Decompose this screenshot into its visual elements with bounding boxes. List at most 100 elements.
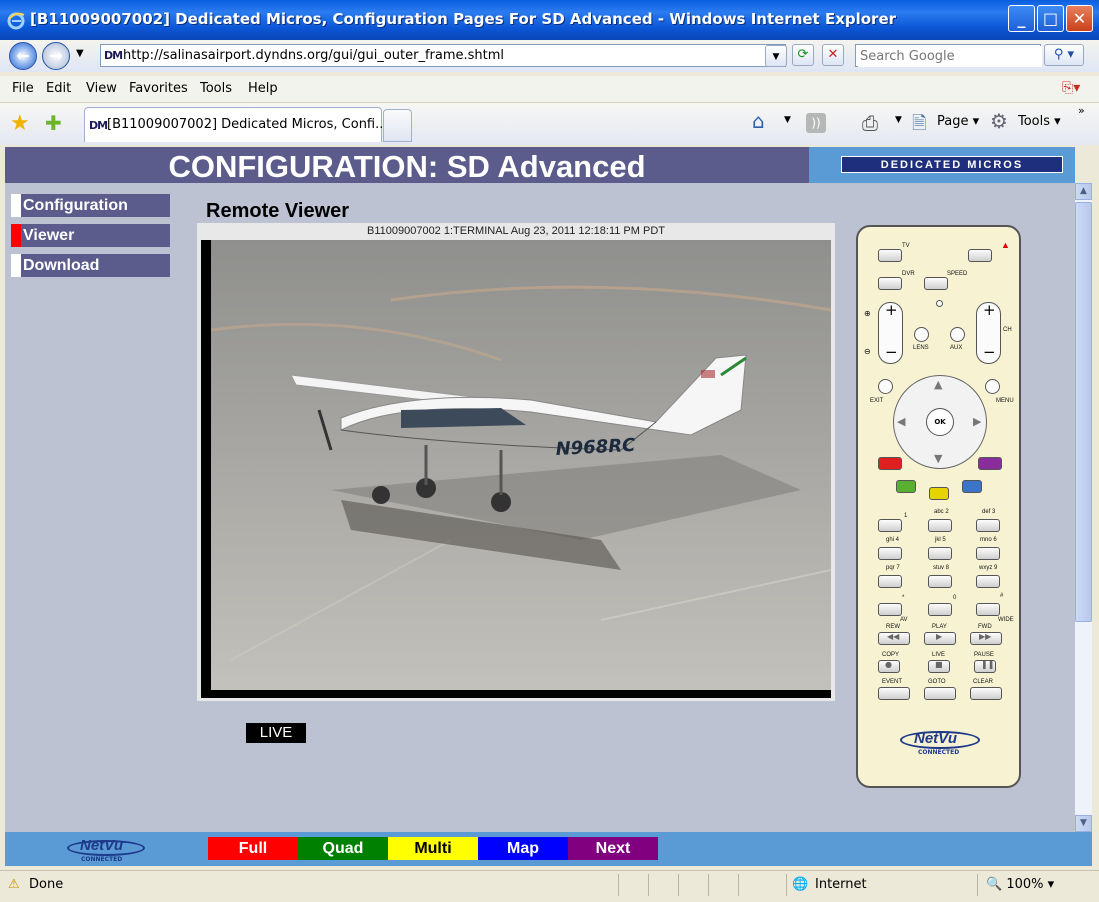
- search-box[interactable]: [855, 44, 1042, 67]
- menu-key[interactable]: [985, 379, 1000, 394]
- ok-key[interactable]: OK: [926, 408, 954, 436]
- key-5[interactable]: [928, 547, 952, 560]
- key-3-label: def 3: [982, 509, 996, 515]
- print-dropdown-icon[interactable]: ▼: [895, 115, 902, 125]
- config-header: CONFIGURATION: SD Advanced: [5, 147, 809, 184]
- full-button[interactable]: Full: [208, 837, 298, 860]
- key-1[interactable]: [878, 519, 902, 532]
- nav-item-viewer[interactable]: Viewer: [11, 224, 170, 247]
- search-input[interactable]: [858, 46, 1042, 67]
- key-4[interactable]: [878, 547, 902, 560]
- url-field[interactable]: DM http://salinasairport.dyndns.org/gui/…: [100, 44, 786, 67]
- scroll-down-button[interactable]: ▼: [1075, 815, 1092, 832]
- dvr-key[interactable]: [878, 277, 902, 290]
- nav-item-configuration[interactable]: Configuration: [11, 194, 170, 217]
- netvu-logo-text: NetVu: [914, 730, 958, 747]
- next-button[interactable]: Next: [568, 837, 658, 860]
- page-icon: 🗎: [912, 113, 927, 134]
- key-7[interactable]: [878, 575, 902, 588]
- key-9[interactable]: [976, 575, 1000, 588]
- event-key[interactable]: [878, 687, 910, 700]
- copy-key[interactable]: ●: [878, 660, 900, 673]
- close-button[interactable]: ✕: [1066, 5, 1093, 32]
- browser-tab[interactable]: DM [B11009007002] Dedicated Micros, Conf…: [84, 107, 388, 142]
- menu-help[interactable]: Help: [248, 81, 278, 96]
- key-8[interactable]: [928, 575, 952, 588]
- multi-button[interactable]: Multi: [388, 837, 478, 860]
- speed-key[interactable]: [924, 277, 948, 290]
- red-key[interactable]: [878, 457, 902, 470]
- search-button[interactable]: ⚲ ▾: [1044, 44, 1084, 66]
- forward-button[interactable]: →: [42, 42, 70, 70]
- scroll-up-button[interactable]: ▲: [1075, 183, 1092, 200]
- menu-view[interactable]: View: [86, 81, 117, 96]
- aux-key[interactable]: [950, 327, 965, 342]
- history-dropdown-icon[interactable]: ▼: [76, 48, 84, 59]
- feeds-icon[interactable]: )): [806, 113, 826, 133]
- live-key[interactable]: ■: [928, 660, 950, 673]
- yellow-key[interactable]: [929, 487, 949, 500]
- play-key[interactable]: ▶: [924, 632, 956, 645]
- channel-rocker[interactable]: + −: [976, 301, 1001, 364]
- maximize-button[interactable]: □: [1037, 5, 1064, 32]
- map-button[interactable]: Map: [478, 837, 568, 860]
- home-icon[interactable]: ⌂: [752, 109, 765, 133]
- rew-key[interactable]: ◀◀: [878, 632, 910, 645]
- vertical-scrollbar[interactable]: ▲ ▼: [1075, 183, 1092, 832]
- clear-key[interactable]: [970, 687, 1002, 700]
- key-hash[interactable]: [976, 603, 1000, 616]
- minimize-button[interactable]: _: [1008, 5, 1035, 32]
- key-2[interactable]: [928, 519, 952, 532]
- fwd-key[interactable]: ▶▶: [970, 632, 1002, 645]
- dpad-down-icon[interactable]: ▼: [934, 452, 942, 465]
- key-0-label: 0: [953, 595, 957, 601]
- scroll-thumb[interactable]: [1075, 202, 1092, 622]
- key-8-label: stuv 8: [933, 565, 950, 571]
- menu-file[interactable]: File: [12, 81, 34, 96]
- power-key[interactable]: [968, 249, 992, 262]
- key-6[interactable]: [976, 547, 1000, 560]
- key-3[interactable]: [976, 519, 1000, 532]
- zoom-rocker[interactable]: + −: [878, 301, 903, 364]
- nav-item-download[interactable]: Download: [11, 254, 170, 277]
- camera-feed[interactable]: N968RC: [201, 240, 832, 698]
- window-title: [B11009007002] Dedicated Micros, Configu…: [30, 10, 897, 28]
- green-key[interactable]: [896, 480, 916, 493]
- more-chevron-icon[interactable]: »: [1078, 104, 1085, 117]
- menu-tools[interactable]: Tools: [200, 81, 232, 96]
- zoom-control[interactable]: 🔍 100% ▾: [986, 877, 1054, 892]
- refresh-button[interactable]: ⟳: [792, 44, 814, 66]
- menu-favorites[interactable]: Favorites: [129, 81, 188, 96]
- back-button[interactable]: ←: [9, 42, 37, 70]
- favorites-star-icon[interactable]: ★: [10, 111, 30, 136]
- dpad-up-icon[interactable]: ▲: [934, 378, 942, 391]
- lens-key[interactable]: [914, 327, 929, 342]
- tools-menu-button[interactable]: Tools ▾: [1018, 114, 1061, 129]
- forward-arrow-icon: →: [49, 46, 63, 65]
- new-tab-button[interactable]: [383, 109, 412, 142]
- add-favorites-icon[interactable]: ✚: [45, 111, 62, 135]
- url-dropdown-button[interactable]: ▼: [765, 45, 787, 67]
- tab-favicon-icon: DM: [89, 119, 108, 132]
- page-menu-button[interactable]: Page ▾: [937, 114, 979, 129]
- dpad-left-icon[interactable]: ◀: [897, 415, 905, 428]
- exit-key[interactable]: [878, 379, 893, 394]
- search-icon: ⚲ ▾: [1053, 47, 1075, 62]
- purple-key[interactable]: [978, 457, 1002, 470]
- zoom-out-icon: ⊖: [864, 347, 871, 356]
- goto-key[interactable]: [924, 687, 956, 700]
- key-0[interactable]: [928, 603, 952, 616]
- home-dropdown-icon[interactable]: ▼: [784, 115, 791, 125]
- dpad[interactable]: ▲ ▼ ◀ ▶ OK: [893, 375, 987, 469]
- key-star[interactable]: [878, 603, 902, 616]
- pause-key[interactable]: ❚❚: [974, 660, 996, 673]
- blue-key[interactable]: [962, 480, 982, 493]
- print-icon[interactable]: ⎙: [862, 111, 878, 135]
- stop-button[interactable]: ✕: [822, 44, 844, 66]
- quad-button[interactable]: Quad: [298, 837, 388, 860]
- dpad-right-icon[interactable]: ▶: [973, 415, 981, 428]
- window-title-bar[interactable]: [B11009007002] Dedicated Micros, Configu…: [0, 0, 1099, 40]
- translate-icon[interactable]: ⎘▾: [1062, 80, 1080, 96]
- menu-edit[interactable]: Edit: [46, 81, 71, 96]
- tv-key[interactable]: [878, 249, 902, 262]
